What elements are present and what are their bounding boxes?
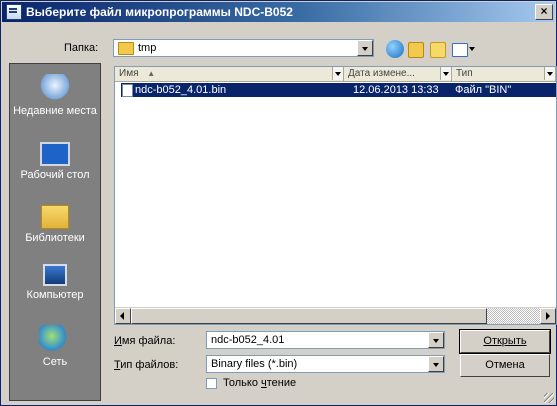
- readonly-checkbox[interactable]: [206, 378, 217, 389]
- place-desktop-label: Рабочий стол: [20, 169, 90, 181]
- sort-ascending-icon: ▲: [147, 69, 156, 78]
- file-type: Файл "BIN": [455, 84, 512, 96]
- column-name-label: Имя: [119, 68, 139, 79]
- column-name[interactable]: Имя ▲: [115, 67, 344, 81]
- column-header: Имя ▲ Дата измене... Тип: [115, 67, 556, 82]
- app-icon: [6, 4, 22, 20]
- readonly-label: Только чтение: [223, 377, 297, 389]
- place-network-label: Сеть: [42, 356, 68, 368]
- folder-dropdown[interactable]: tmp: [113, 39, 374, 57]
- open-button-label: Открыть: [483, 335, 527, 347]
- views-menu-arrow-icon[interactable]: [469, 47, 475, 51]
- place-computer[interactable]: Компьютер: [10, 258, 100, 301]
- filename-history-chevron-icon[interactable]: [428, 332, 444, 348]
- folder-label: Папка:: [64, 42, 99, 54]
- place-libraries-label: Библиотеки: [25, 232, 85, 244]
- filetype-chevron-icon[interactable]: [428, 356, 444, 372]
- place-recent-label: Недавние места: [13, 105, 97, 117]
- chevron-down-icon[interactable]: [357, 40, 373, 56]
- column-name-filter-icon[interactable]: [332, 67, 343, 80]
- file-list[interactable]: Имя ▲ Дата измене... Тип ndc-b052_4.01.b…: [114, 66, 557, 325]
- column-type-label: Тип: [456, 68, 473, 79]
- filetype-label: Тип файлов:: [114, 359, 179, 371]
- scroll-left-icon[interactable]: [115, 308, 131, 324]
- column-date-filter-icon[interactable]: [440, 67, 451, 80]
- open-button[interactable]: Открыть: [459, 329, 551, 354]
- file-row[interactable]: ndc-b052_4.01.bin 12.06.2013 13:33 Файл …: [121, 83, 556, 97]
- filetype-value: Binary files (*.bin): [211, 358, 298, 370]
- place-desktop[interactable]: Рабочий стол: [10, 136, 100, 181]
- desktop-icon: [40, 142, 70, 166]
- place-libraries[interactable]: Библиотеки: [10, 199, 100, 244]
- filename-label: Имя файла:: [114, 335, 176, 347]
- place-computer-label: Компьютер: [26, 289, 84, 301]
- column-type-filter-icon[interactable]: [544, 67, 555, 80]
- back-icon[interactable]: [386, 40, 404, 58]
- file-icon: [122, 84, 133, 97]
- file-name: ndc-b052_4.01.bin: [135, 84, 227, 96]
- up-folder-icon[interactable]: [408, 42, 424, 58]
- places-bar: Недавние места Рабочий стол Библиотеки К…: [9, 63, 101, 401]
- column-date[interactable]: Дата измене...: [344, 67, 452, 81]
- resize-grip[interactable]: [544, 393, 554, 403]
- window-title: Выберите файл микропрограммы NDC-B052: [26, 5, 293, 19]
- horizontal-scrollbar[interactable]: [115, 307, 556, 324]
- filename-value: ndc-b052_4.01: [211, 334, 285, 346]
- scroll-track[interactable]: [487, 308, 540, 324]
- folder-icon: [118, 42, 134, 55]
- title-bar[interactable]: Выберите файл микропрограммы NDC-B052 ×: [2, 2, 555, 22]
- folder-value: tmp: [138, 42, 157, 54]
- scroll-thumb[interactable]: [131, 308, 487, 324]
- recent-places-icon: [39, 74, 71, 102]
- column-date-label: Дата измене...: [348, 68, 415, 79]
- network-icon: [39, 325, 71, 353]
- close-button[interactable]: ×: [535, 4, 553, 20]
- libraries-icon: [41, 205, 69, 229]
- place-network[interactable]: Сеть: [10, 319, 100, 368]
- scroll-right-icon[interactable]: [540, 308, 556, 324]
- place-recent[interactable]: Недавние места: [10, 68, 100, 117]
- cancel-button[interactable]: Отмена: [460, 354, 550, 377]
- computer-icon: [43, 264, 67, 286]
- filetype-dropdown[interactable]: Binary files (*.bin): [206, 355, 445, 373]
- column-type[interactable]: Тип: [452, 67, 556, 81]
- file-date: 12.06.2013 13:33: [353, 84, 439, 96]
- filename-input[interactable]: ndc-b052_4.01: [206, 331, 445, 349]
- file-open-dialog: Выберите файл микропрограммы NDC-B052 × …: [0, 0, 557, 406]
- views-menu-icon[interactable]: [452, 43, 468, 57]
- new-folder-icon[interactable]: [430, 42, 446, 58]
